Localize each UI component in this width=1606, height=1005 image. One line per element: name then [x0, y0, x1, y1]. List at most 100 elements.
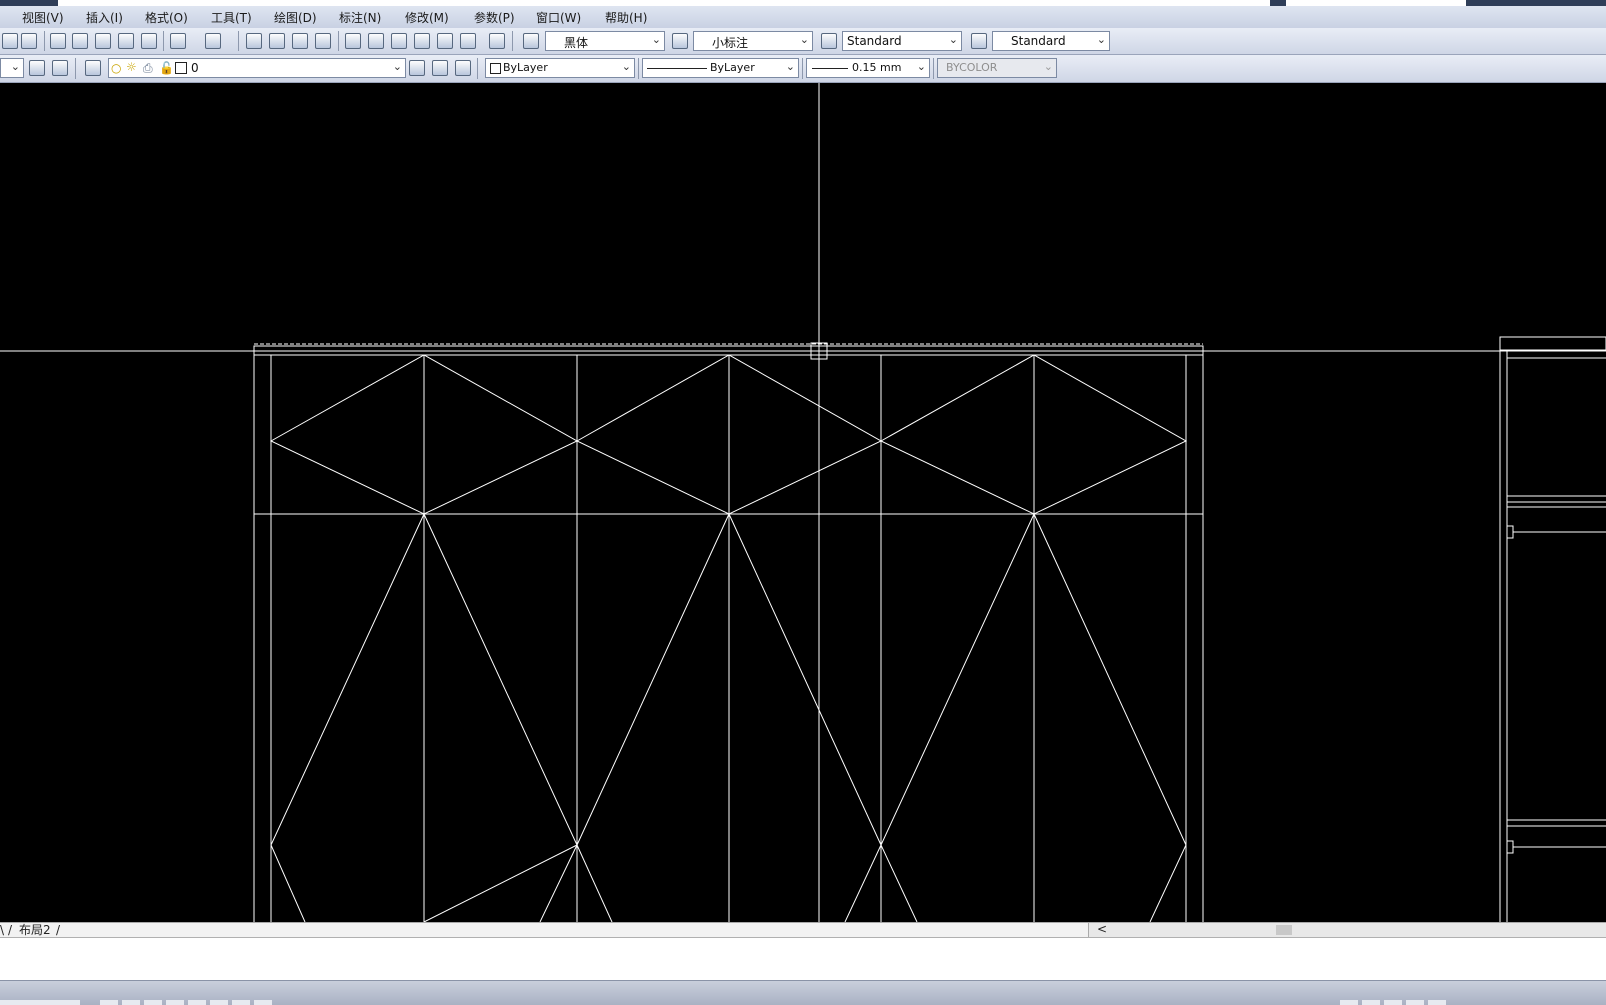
linetype-preview: [647, 68, 707, 69]
chevron-down-icon: ⌄: [1043, 60, 1053, 73]
horizontal-scrollbar[interactable]: <: [1088, 922, 1606, 937]
workspace-toggle[interactable]: [1406, 1000, 1424, 1005]
layer-plot-icon: ⎙: [143, 61, 153, 75]
dyn-toggle[interactable]: [232, 1000, 250, 1005]
properties-icon[interactable]: [345, 33, 361, 49]
model-toggle[interactable]: [1340, 1000, 1358, 1005]
command-line[interactable]: [0, 937, 1606, 981]
toolbar-separator: [933, 58, 934, 79]
settings-icon[interactable]: [29, 60, 45, 76]
block-editor-icon[interactable]: [141, 33, 157, 49]
text-style-select[interactable]: 黑体 ⌄: [545, 31, 665, 51]
linetype-value: ByLayer: [710, 61, 755, 74]
drawing-linework: [0, 83, 1606, 922]
grid-toggle[interactable]: [122, 1000, 140, 1005]
redo-icon[interactable]: [205, 33, 221, 49]
layer-lock-icon: 🔓: [159, 61, 174, 75]
copy-icon[interactable]: [72, 33, 88, 49]
lineweight-preview: [812, 68, 848, 69]
side-cabinet: [1499, 336, 1606, 922]
paste-icon[interactable]: [95, 33, 111, 49]
plot-style-select: BYCOLOR ⌄: [937, 58, 1057, 78]
cut-icon[interactable]: [50, 33, 66, 49]
tab-layout1-partial[interactable]: \: [0, 923, 4, 937]
menu-format[interactable]: 格式(O): [145, 9, 188, 26]
design-center-icon[interactable]: [368, 33, 384, 49]
toolbar-separator: [163, 31, 164, 51]
new-icon[interactable]: [2, 33, 18, 49]
menu-parameters[interactable]: 参数(P): [474, 9, 515, 26]
standard-toolbar: 黑体 ⌄ 小标注 ⌄ Standard ⌄ Standard ⌄: [0, 28, 1606, 55]
layer-select[interactable]: ○ ☼ ⎙ 🔓 0 ⌄: [108, 58, 406, 78]
zoom-realtime-icon[interactable]: [269, 33, 285, 49]
dim-style-icon[interactable]: [672, 33, 688, 49]
markup-icon[interactable]: [437, 33, 453, 49]
layers-properties-toolbar: ⌄ ○ ☼ ⎙ 🔓 0 ⌄ ByLayer ⌄ ByLayer ⌄ 0.15 m…: [0, 55, 1606, 83]
layer-freeze-icon: ☼: [126, 60, 137, 74]
layer-manager-icon[interactable]: [85, 60, 101, 76]
status-bar: [0, 980, 1606, 1005]
workspace-select[interactable]: ⌄: [0, 58, 24, 78]
scroll-thumb[interactable]: [1276, 925, 1292, 935]
sheet-set-icon[interactable]: [414, 33, 430, 49]
menu-insert[interactable]: 插入(I): [86, 9, 123, 26]
polar-toggle[interactable]: [166, 1000, 184, 1005]
zoom-previous-icon[interactable]: [315, 33, 331, 49]
layer-color-swatch: [175, 62, 187, 74]
menu-help[interactable]: 帮助(H): [605, 9, 647, 26]
open-icon[interactable]: [21, 33, 37, 49]
layer-on-icon: ○: [111, 61, 122, 75]
pan-icon[interactable]: [246, 33, 262, 49]
osnap-toggle[interactable]: [188, 1000, 206, 1005]
color-select[interactable]: ByLayer ⌄: [485, 58, 635, 78]
chevron-down-icon: ⌄: [785, 60, 795, 73]
tab-separator: /: [56, 923, 61, 937]
table-style-icon[interactable]: [821, 33, 837, 49]
zoom-window-icon[interactable]: [292, 33, 308, 49]
table-style-select[interactable]: Standard ⌄: [842, 31, 962, 51]
layer-state-icon[interactable]: [455, 60, 471, 76]
make-current-icon[interactable]: [409, 60, 425, 76]
calculator-icon[interactable]: [460, 33, 476, 49]
drawing-canvas[interactable]: [0, 83, 1606, 922]
layout-tabs-bar: \ / 布局2 / <: [0, 922, 1606, 937]
chevron-down-icon: ⌄: [621, 60, 631, 73]
scroll-left-icon[interactable]: <: [1097, 922, 1107, 936]
menu-dimension[interactable]: 标注(N): [339, 9, 381, 26]
multileader-style-icon[interactable]: [971, 33, 987, 49]
multileader-style-select[interactable]: Standard ⌄: [992, 31, 1110, 51]
linetype-select[interactable]: ByLayer ⌄: [642, 58, 799, 78]
otrack-toggle[interactable]: [210, 1000, 228, 1005]
layer-value: 0: [191, 61, 199, 75]
chevron-down-icon: ⌄: [651, 33, 661, 46]
lwt-toggle[interactable]: [254, 1000, 272, 1005]
match-properties-icon[interactable]: [118, 33, 134, 49]
toolbar-separator: [512, 31, 513, 51]
menu-view[interactable]: 视图(V): [22, 9, 64, 26]
toolbar-separator: [75, 58, 76, 79]
tool-palettes-icon[interactable]: [391, 33, 407, 49]
layout-toggle[interactable]: [1362, 1000, 1380, 1005]
tab-layout2[interactable]: 布局2: [19, 923, 51, 937]
layer-previous-icon[interactable]: [432, 60, 448, 76]
snap-toggle[interactable]: [100, 1000, 118, 1005]
ortho-toggle[interactable]: [144, 1000, 162, 1005]
menu-draw[interactable]: 绘图(D): [274, 9, 317, 26]
color-value: ByLayer: [503, 61, 548, 74]
menu-tools[interactable]: 工具(T): [211, 9, 252, 26]
help-icon[interactable]: [489, 33, 505, 49]
menu-modify[interactable]: 修改(M): [405, 9, 449, 26]
table-style-value: Standard: [847, 34, 902, 48]
toolbar-separator: [638, 58, 639, 79]
workspace-icon[interactable]: [52, 60, 68, 76]
menu-window[interactable]: 窗口(W): [536, 9, 581, 26]
plot-style-value: BYCOLOR: [946, 61, 998, 74]
dim-style-select[interactable]: 小标注 ⌄: [693, 31, 813, 51]
undo-icon[interactable]: [170, 33, 186, 49]
lineweight-select[interactable]: 0.15 mm ⌄: [806, 58, 930, 78]
lock-toggle[interactable]: [1428, 1000, 1446, 1005]
chevron-down-icon: ⌄: [799, 33, 809, 46]
chevron-down-icon: ⌄: [916, 60, 926, 73]
annotation-toggle[interactable]: [1384, 1000, 1402, 1005]
text-style-icon[interactable]: [523, 33, 539, 49]
